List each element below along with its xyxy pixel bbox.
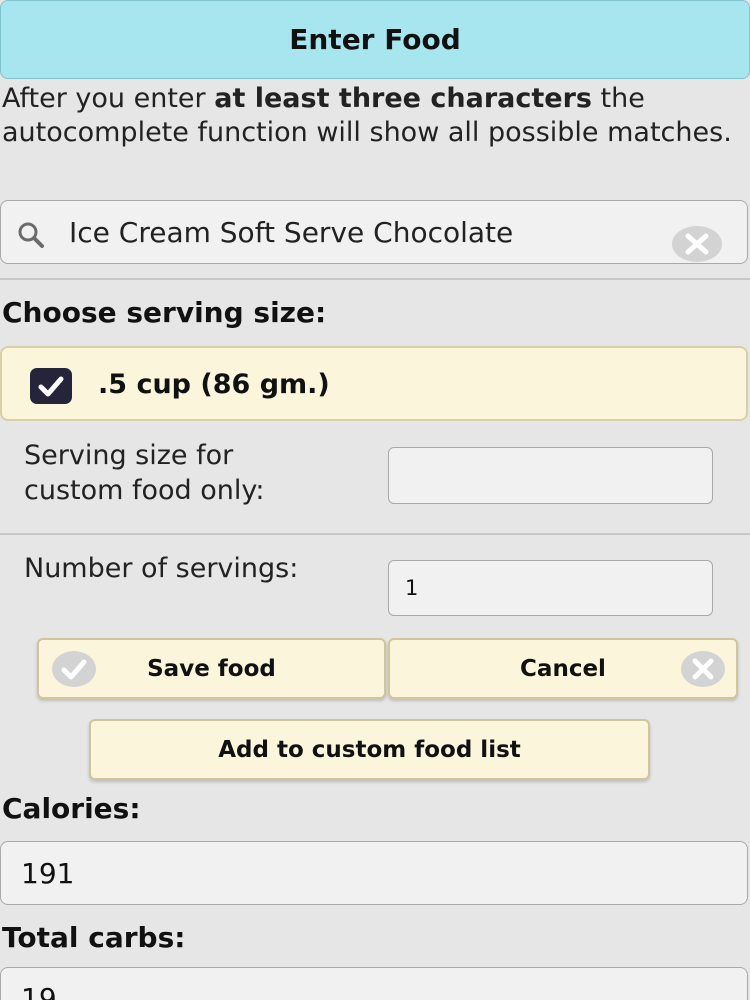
custom-serving-label-line2: custom food only: (24, 475, 265, 506)
save-food-button[interactable]: Save food (37, 638, 386, 699)
checkbox-checked[interactable] (30, 368, 72, 404)
add-custom-food-label: Add to custom food list (218, 736, 521, 763)
save-food-label: Save food (147, 655, 276, 682)
cancel-label: Cancel (520, 655, 606, 682)
check-circle-icon (52, 651, 96, 687)
intro-part1: After you enter (2, 83, 215, 114)
intro-text: After you enter at least three character… (2, 82, 742, 150)
divider (0, 533, 750, 535)
close-icon (681, 651, 725, 687)
calories-label: Calories: (2, 792, 141, 825)
custom-serving-label: Serving size for custom food only: (24, 438, 265, 508)
header-bar: Enter Food (0, 0, 750, 79)
custom-serving-label-line1: Serving size for (24, 440, 234, 471)
cancel-button[interactable]: Cancel (388, 638, 738, 699)
intro-bold: at least three characters (214, 83, 592, 114)
servings-input[interactable]: 1 (388, 560, 713, 616)
total-carbs-field[interactable]: 19 (0, 967, 748, 1000)
serving-option-label: .5 cup (86 gm.) (98, 369, 330, 400)
total-carbs-label: Total carbs: (2, 921, 186, 954)
clear-icon[interactable] (671, 225, 723, 263)
divider (0, 278, 750, 280)
search-icon (18, 222, 44, 248)
custom-serving-input[interactable] (388, 447, 713, 504)
page-title: Enter Food (289, 23, 461, 56)
add-custom-food-button[interactable]: Add to custom food list (89, 719, 650, 780)
food-search-input[interactable]: Ice Cream Soft Serve Chocolate (0, 200, 748, 264)
serving-size-heading: Choose serving size: (2, 296, 327, 329)
search-value: Ice Cream Soft Serve Chocolate (69, 216, 514, 249)
calories-field[interactable]: 191 (0, 841, 748, 905)
checkmark-icon (38, 376, 64, 397)
servings-label: Number of servings: (24, 553, 299, 584)
serving-option[interactable]: .5 cup (86 gm.) (0, 346, 748, 421)
